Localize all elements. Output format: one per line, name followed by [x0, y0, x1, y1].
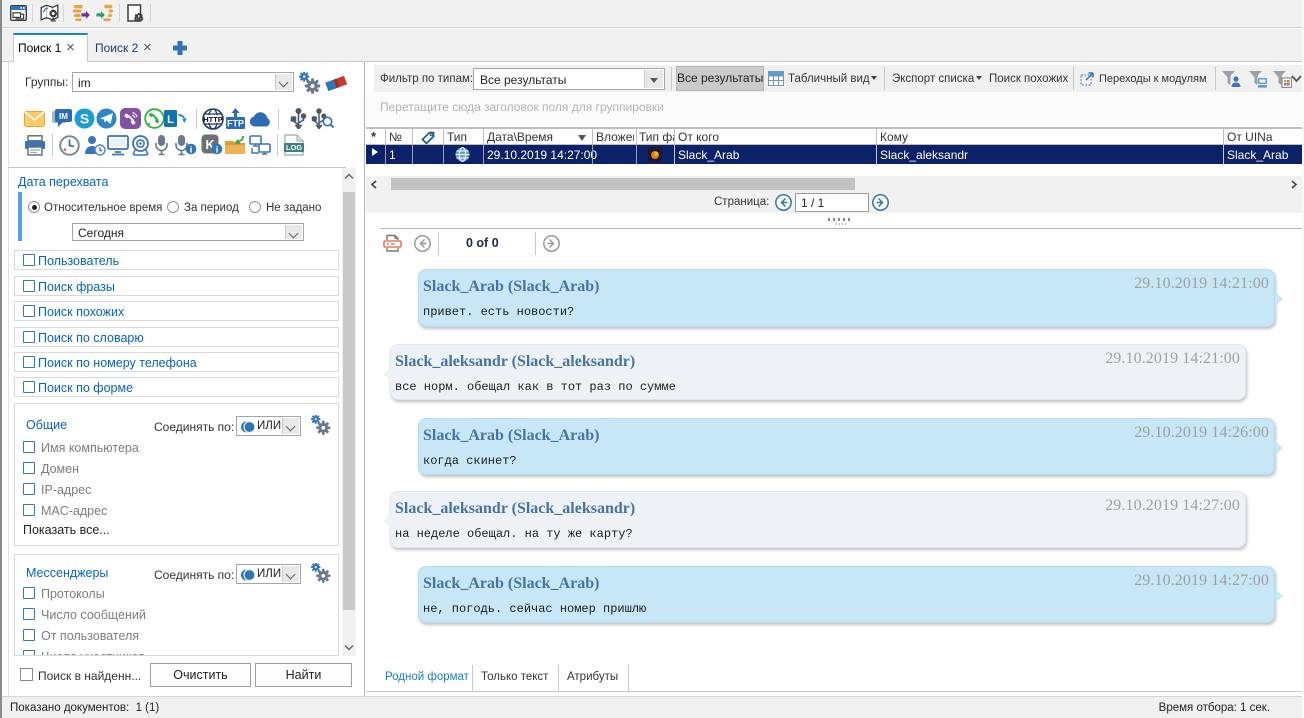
svg-text:LOG: LOG	[286, 143, 302, 152]
svg-text:IM: IM	[59, 112, 68, 121]
svg-text:FTP: FTP	[227, 119, 244, 129]
svg-text:L: L	[167, 114, 174, 126]
svg-text:S: S	[80, 111, 89, 127]
svg-text:HTTP: HTTP	[203, 115, 223, 124]
